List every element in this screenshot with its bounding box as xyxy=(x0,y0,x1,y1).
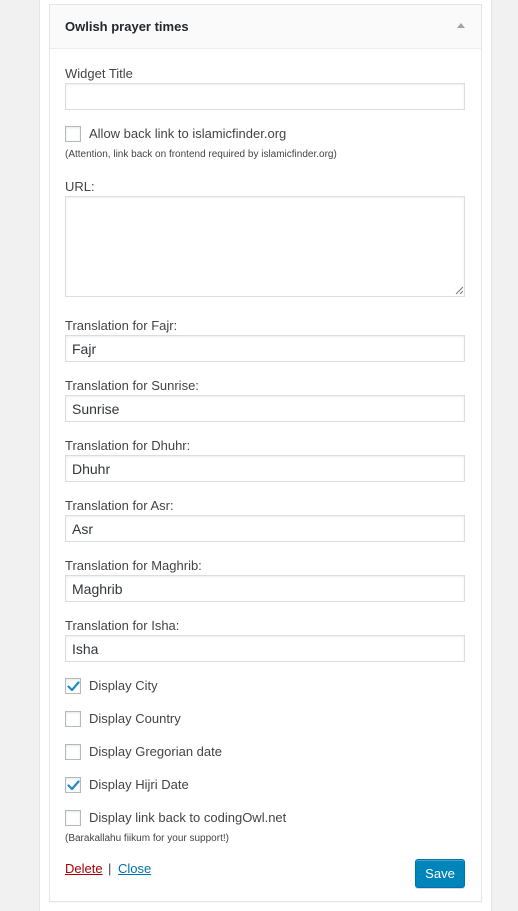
support-note: (Barakallahu fiikum for your support!) xyxy=(65,833,229,844)
translation-dhuhr-label: Translation for Dhuhr: xyxy=(65,438,191,453)
translation-dhuhr-input[interactable] xyxy=(65,455,465,482)
display-country-checkbox[interactable] xyxy=(65,711,81,727)
close-link[interactable]: Close xyxy=(118,861,151,876)
url-label: URL: xyxy=(65,179,95,194)
translation-fajr-label: Translation for Fajr: xyxy=(65,318,178,333)
display-gregorian-date-checkbox[interactable] xyxy=(65,744,81,760)
translation-fajr-input[interactable] xyxy=(65,335,465,362)
checkmark-icon xyxy=(66,779,80,790)
allow-backlink-label: Allow back link to islamicfinder.org xyxy=(89,126,287,141)
delete-link[interactable]: Delete xyxy=(65,861,103,876)
display-city-checkbox[interactable] xyxy=(65,678,81,694)
translation-isha-input[interactable] xyxy=(65,635,465,662)
display-city-label: Display City xyxy=(89,678,158,693)
url-textarea[interactable] xyxy=(65,196,465,297)
display-gregorian-date-label: Display Gregorian date xyxy=(89,744,222,759)
widget-title-input[interactable] xyxy=(65,83,465,110)
translation-sunrise-label: Translation for Sunrise: xyxy=(65,378,199,393)
translation-isha-label: Translation for Isha: xyxy=(65,618,180,633)
display-backlink-codingowl-label: Display link back to codingOwl.net xyxy=(89,810,287,825)
translation-maghrib-label: Translation for Maghrib: xyxy=(65,558,202,573)
widget-title: Owlish prayer times xyxy=(65,19,189,34)
collapse-arrow-icon[interactable] xyxy=(457,23,465,28)
widget-title-label: Widget Title xyxy=(65,66,133,81)
translation-asr-input[interactable] xyxy=(65,515,465,542)
backlink-note: (Attention, link back on frontend requir… xyxy=(65,149,337,160)
translation-asr-label: Translation for Asr: xyxy=(65,498,174,513)
translation-sunrise-input[interactable] xyxy=(65,395,465,422)
resize-grip-icon[interactable] xyxy=(455,286,463,294)
save-button[interactable]: Save xyxy=(415,859,465,888)
translation-maghrib-input[interactable] xyxy=(65,575,465,602)
widget-header[interactable]: Owlish prayer times xyxy=(50,5,481,49)
allow-backlink-checkbox[interactable] xyxy=(65,126,81,142)
display-country-label: Display Country xyxy=(89,711,181,726)
display-backlink-codingowl-checkbox[interactable] xyxy=(65,810,81,826)
display-hijri-date-label: Display Hijri Date xyxy=(89,777,189,792)
checkmark-icon xyxy=(66,680,80,691)
display-hijri-date-checkbox[interactable] xyxy=(65,777,81,793)
action-separator: | xyxy=(108,861,112,876)
